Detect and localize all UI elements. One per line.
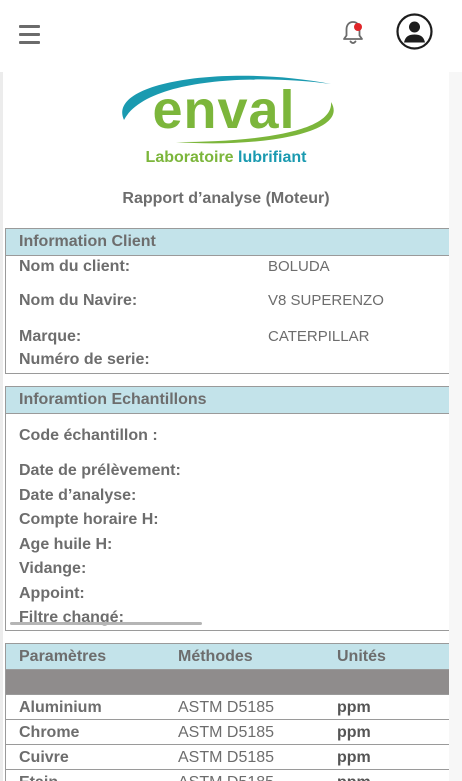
filter-changed-label: Filtre changé:: [19, 609, 124, 626]
sample-info-card: Inforamtion Echantillons Code échantillo…: [5, 386, 449, 631]
param-cell: Cuivre: [19, 749, 69, 766]
sample-code-label: Code échantillon :: [19, 427, 158, 444]
hour-counter-row: Compte horaire H:: [19, 510, 449, 530]
method-cell: ASTM D5185: [178, 699, 275, 716]
unit-cell: ppm: [337, 749, 371, 766]
logo-brand-text: enval: [152, 80, 295, 140]
logo-tagline: Laboratoire lubrifiant: [106, 149, 346, 167]
analysis-date-row: Date d’analyse:: [19, 486, 449, 506]
logo-tagline-lubrifiant: lubrifiant: [238, 149, 307, 166]
param-cell: Chrome: [19, 724, 80, 741]
client-name-row: Nom du client: BOLUDA: [19, 257, 449, 277]
top-up-label: Appoint:: [19, 585, 85, 602]
sampling-date-row: Date de prélèvement:: [19, 461, 449, 481]
vessel-name-row: Nom du Navire: V8 SUPERENZO: [19, 291, 449, 311]
sample-code-row: Code échantillon :: [19, 426, 449, 446]
report-title: Rapport d’analyse (Moteur): [122, 190, 330, 207]
oil-change-row: Vidange:: [19, 559, 449, 579]
column-header-units: Unités: [337, 648, 386, 665]
unit-cell: ppm: [337, 724, 371, 741]
results-table-header: Paramètres Méthodes Unités: [6, 644, 449, 670]
client-name-value: BOLUDA: [268, 258, 330, 275]
method-cell: ASTM D5185: [178, 749, 275, 766]
bell-icon[interactable]: [340, 19, 366, 47]
top-up-row: Appoint:: [19, 584, 449, 604]
table-row: Etain ASTM D5185 ppm: [6, 770, 449, 781]
vessel-name-label: Nom du Navire:: [19, 292, 138, 309]
table-row: Cuivre ASTM D5185 ppm: [6, 745, 449, 770]
vertical-scroll-track[interactable]: [449, 72, 462, 781]
notification-badge: [354, 23, 362, 31]
table-section-band: [6, 670, 449, 695]
oil-change-label: Vidange:: [19, 560, 87, 577]
method-cell: ASTM D5185: [178, 770, 274, 781]
hamburger-menu-icon[interactable]: [19, 25, 41, 45]
client-name-label: Nom du client:: [19, 258, 131, 275]
client-info-heading: Information Client: [6, 229, 449, 256]
unit-cell: ppm: [337, 770, 371, 781]
param-cell: Etain: [19, 770, 58, 781]
logo-tagline-laboratoire: Laboratoire: [145, 149, 234, 166]
serial-number-label: Numéro de serie:: [19, 351, 150, 368]
brand-row: Marque: CATERPILLAR: [19, 327, 449, 347]
brand-label: Marque:: [19, 328, 82, 345]
table-row: Chrome ASTM D5185 ppm: [6, 720, 449, 745]
sample-info-heading: Inforamtion Echantillons: [6, 387, 449, 414]
left-border: [0, 72, 3, 781]
client-info-card: Information Client Nom du client: BOLUDA…: [5, 228, 449, 374]
report-content[interactable]: enval Laboratoire lubrifiant Rapport d’a…: [0, 72, 462, 781]
vessel-name-value: V8 SUPERENZO: [268, 292, 384, 309]
unit-cell: ppm: [337, 699, 371, 716]
column-header-parameters: Paramètres: [19, 648, 107, 665]
filter-changed-row: Filtre changé:: [19, 608, 449, 628]
hour-counter-label: Compte horaire H:: [19, 511, 159, 528]
user-avatar-icon[interactable]: [396, 13, 433, 50]
method-cell: ASTM D5185: [178, 724, 275, 741]
oil-age-row: Age huile H:: [19, 535, 449, 555]
brand-value: CATERPILLAR: [268, 328, 370, 345]
table-row: Aluminium ASTM D5185 ppm: [6, 695, 449, 720]
sampling-date-label: Date de prélèvement:: [19, 462, 181, 479]
results-table: Paramètres Méthodes Unités Aluminium AST…: [5, 643, 449, 781]
analysis-date-label: Date d’analyse:: [19, 487, 137, 504]
param-cell: Aluminium: [19, 699, 102, 716]
oil-age-label: Age huile H:: [19, 536, 113, 553]
horizontal-scrollbar[interactable]: [10, 622, 202, 625]
column-header-methods: Méthodes: [178, 648, 253, 665]
serial-number-row: Numéro de serie:: [19, 350, 449, 370]
top-bar: [0, 0, 462, 72]
